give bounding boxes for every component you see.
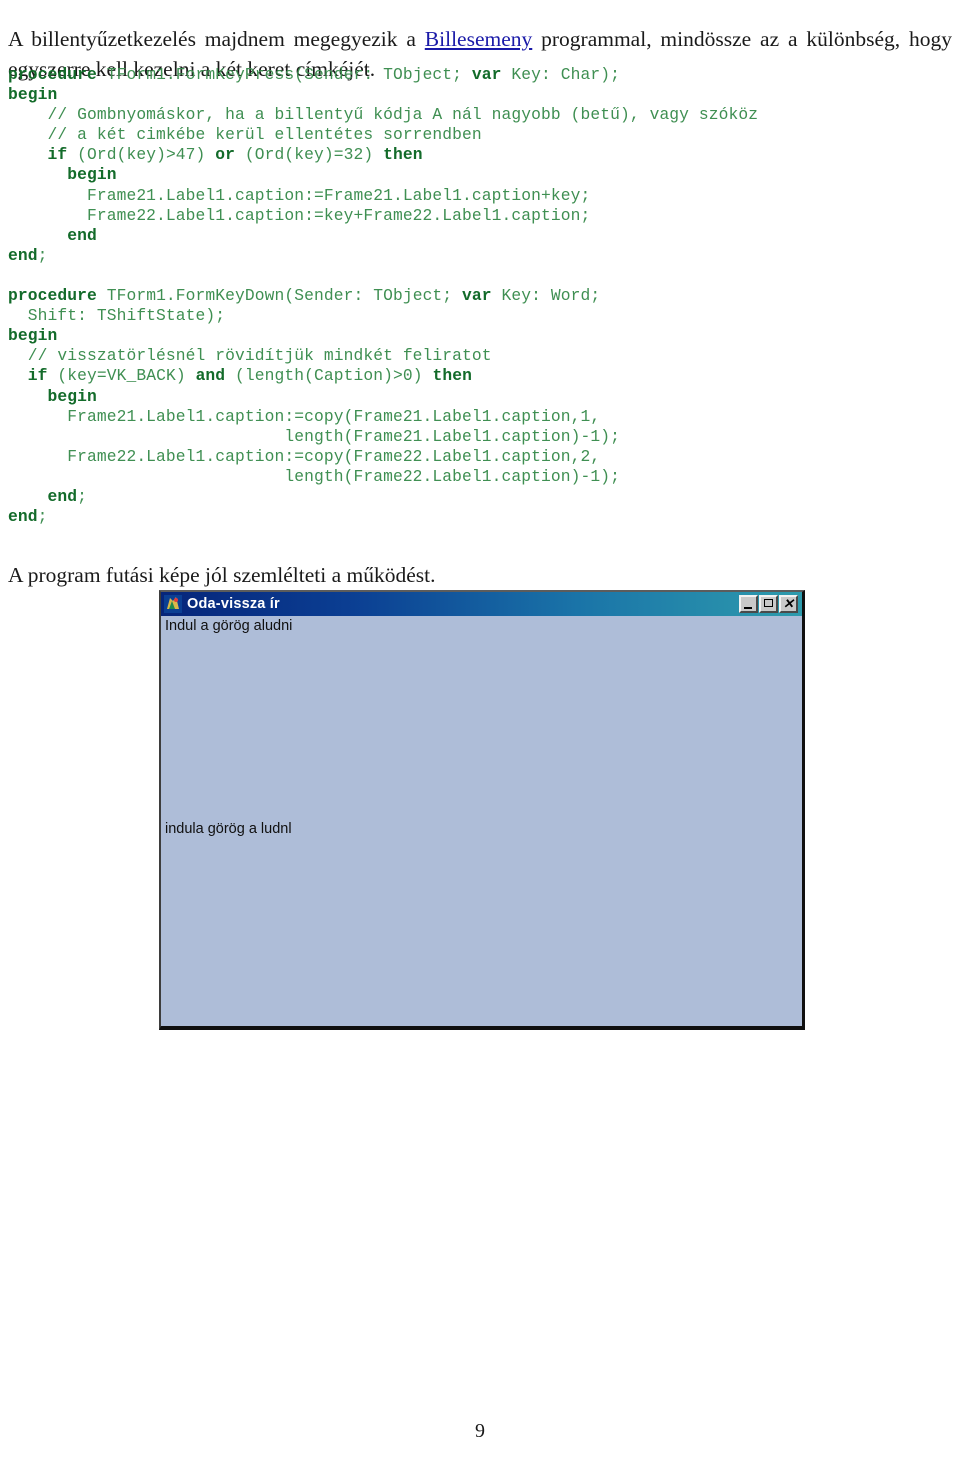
code-token: ; — [77, 486, 87, 506]
code-token: length(Frame22.Label1.caption)-1); — [8, 466, 620, 486]
code-token: TForm1.FormKeyPress(Sender: TObject; — [96, 65, 472, 84]
code-line: // visszatörlésnél rövidítjük mindkét fe… — [8, 346, 908, 366]
code-token: // visszatörlésnél rövidítjük mindkét fe… — [8, 346, 492, 366]
code-token: then — [383, 145, 423, 165]
code-token: begin — [47, 386, 97, 406]
code-token: Key: Word; — [491, 286, 601, 306]
maximize-icon — [764, 599, 773, 607]
code-line: end — [8, 226, 908, 246]
code-token: // a két cimkébe kerül ellentétes sorren… — [8, 125, 482, 145]
code-token: if — [47, 145, 68, 165]
window-control-buttons: ✕ — [739, 595, 798, 613]
code-token: length(Frame21.Label1.caption)-1); — [8, 426, 620, 446]
code-line: end; — [8, 507, 908, 527]
window-client-area: Indul a görög aludni indula görög a ludn… — [161, 616, 802, 1026]
frame21-label1: Indul a görög aludni — [165, 618, 293, 634]
code-line: // a két cimkébe kerül ellentétes sorren… — [8, 125, 908, 145]
code-line: if (key=VK_BACK) and (length(Caption)>0)… — [8, 366, 908, 386]
code-line: length(Frame22.Label1.caption)-1); — [8, 467, 908, 487]
code-token: TForm1.FormKeyDown(Sender: TObject; — [96, 286, 463, 306]
code-line: Shift: TShiftState); — [8, 306, 908, 326]
code-token: then — [432, 366, 472, 386]
code-token: procedure — [8, 65, 97, 84]
code-token: end — [8, 507, 38, 527]
code-token: procedure — [8, 286, 97, 306]
pascal-code-block: procedure TForm1.FormKeyPress(Sender: TO… — [8, 65, 908, 527]
close-button[interactable]: ✕ — [779, 595, 798, 613]
code-line: // Gombnyomáskor, ha a billentyű kódja A… — [8, 105, 908, 125]
code-line: procedure TForm1.FormKeyDown(Sender: TOb… — [8, 286, 908, 306]
code-line — [8, 266, 908, 286]
code-token: begin — [8, 85, 58, 105]
code-line: begin — [8, 85, 908, 105]
minimize-button[interactable] — [739, 595, 758, 613]
code-token: begin — [67, 165, 117, 185]
code-token: var — [462, 286, 492, 306]
code-token: (length(Caption)>0) — [225, 366, 433, 386]
maximize-button[interactable] — [759, 595, 778, 613]
close-icon: ✕ — [783, 596, 794, 611]
delphi-app-icon — [164, 595, 182, 613]
code-token: Key: Char); — [501, 65, 620, 84]
code-line: Frame21.Label1.caption:=copy(Frame21.Lab… — [8, 407, 908, 427]
billesemeny-link[interactable]: Billesemeny — [425, 27, 532, 51]
window-title: Oda-vissza ír — [187, 596, 280, 612]
code-token: ; — [37, 507, 48, 527]
code-token: // Gombnyomáskor, ha a billentyű kódja A… — [8, 105, 759, 125]
code-token: and — [195, 366, 226, 386]
code-token: Shift: TShiftState); — [8, 306, 226, 326]
figure-caption-sentence: A program futási képe jól szemlélteti a … — [8, 562, 436, 587]
code-line: end; — [8, 487, 908, 507]
code-token: end — [8, 245, 38, 265]
code-line: procedure TForm1.FormKeyPress(Sender: TO… — [8, 65, 908, 85]
code-token: end — [47, 486, 78, 506]
code-token: Frame22.Label1.caption:=copy(Frame22.Lab… — [8, 446, 601, 466]
code-line: Frame22.Label1.caption:=key+Frame22.Labe… — [8, 206, 908, 226]
code-line: Frame22.Label1.caption:=copy(Frame22.Lab… — [8, 447, 908, 467]
code-line: begin — [8, 326, 908, 346]
code-line: if (Ord(key)>47) or (Ord(key)=32) then — [8, 145, 908, 165]
code-token: var — [471, 65, 502, 84]
code-line: Frame21.Label1.caption:=Frame21.Label1.c… — [8, 186, 908, 206]
code-token: (Ord(key)=32) — [235, 145, 384, 165]
code-token: (key=VK_BACK) — [47, 366, 196, 386]
code-token: end — [67, 225, 97, 245]
code-token: ; — [37, 245, 48, 265]
code-token: begin — [8, 326, 58, 346]
code-token: or — [215, 145, 236, 165]
code-line: begin — [8, 165, 908, 185]
code-token: Frame22.Label1.caption:=key+Frame22.Labe… — [8, 205, 591, 225]
code-token: (Ord(key)>47) — [67, 145, 216, 165]
minimize-icon — [744, 607, 752, 609]
code-line: end; — [8, 246, 908, 266]
frame22-label1: indula görög a ludnl — [165, 821, 292, 837]
code-line: begin — [8, 387, 908, 407]
intro-text-before-link: A billentyűzetkezelés majdnem megegyezik… — [8, 26, 425, 51]
app-window-screenshot: Oda-vissza ír ✕ Indul a görög aludni ind… — [159, 590, 805, 1030]
code-token: if — [27, 366, 48, 386]
code-token: Frame21.Label1.caption:=copy(Frame21.Lab… — [8, 406, 601, 426]
window-titlebar[interactable]: Oda-vissza ír ✕ — [161, 592, 802, 616]
code-token: Frame21.Label1.caption:=Frame21.Label1.c… — [8, 185, 591, 205]
page-number: 9 — [475, 1420, 485, 1442]
document-page: A billentyűzetkezelés majdnem megegyezik… — [0, 0, 960, 1464]
code-line: length(Frame21.Label1.caption)-1); — [8, 427, 908, 447]
